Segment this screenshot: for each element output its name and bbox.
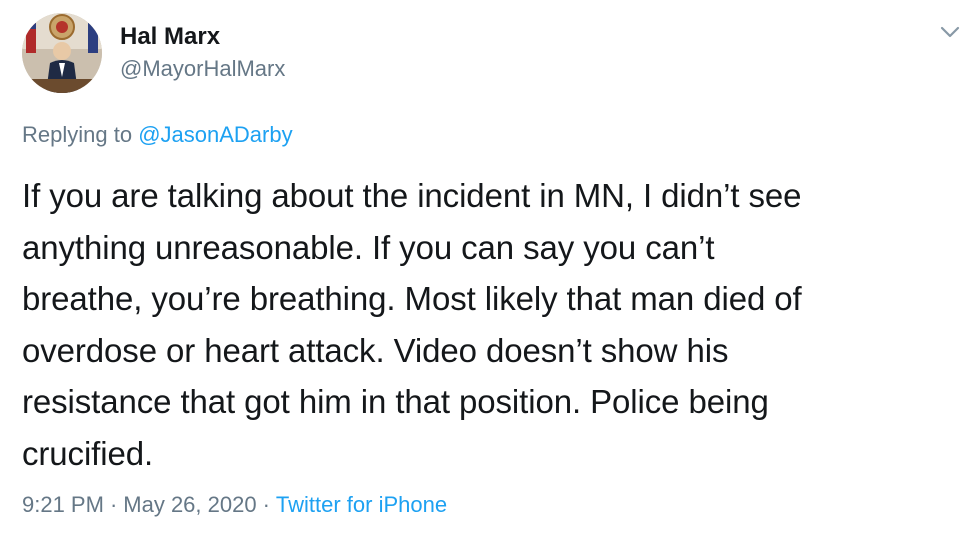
chevron-down-icon xyxy=(940,26,960,38)
meta-separator-2: · xyxy=(262,492,270,517)
tweet-source-link[interactable]: Twitter for iPhone xyxy=(276,492,447,517)
replying-to-handle-link[interactable]: @JasonADarby xyxy=(138,122,292,147)
tweet-meta: 9:21 PM · May 26, 2020 · Twitter for iPhone xyxy=(22,490,447,520)
tweet-time[interactable]: 9:21 PM xyxy=(22,492,104,517)
author-handle[interactable]: @MayorHalMarx xyxy=(120,55,285,83)
meta-separator: · xyxy=(109,492,118,517)
avatar-photo-icon xyxy=(22,13,102,93)
tweet-date[interactable]: May 26, 2020 xyxy=(123,492,256,517)
tweet-text: If you are talking about the incident in… xyxy=(22,177,802,472)
author-avatar[interactable] xyxy=(22,13,102,93)
replying-to-prefix: Replying to xyxy=(22,122,139,147)
tweet-card: Hal Marx @MayorHalMarx Replying to @Jaso… xyxy=(0,0,980,534)
replying-to-line: Replying to @JasonADarby xyxy=(22,120,293,150)
author-display-name[interactable]: Hal Marx xyxy=(120,22,220,52)
tweet-menu-button[interactable] xyxy=(938,22,962,42)
